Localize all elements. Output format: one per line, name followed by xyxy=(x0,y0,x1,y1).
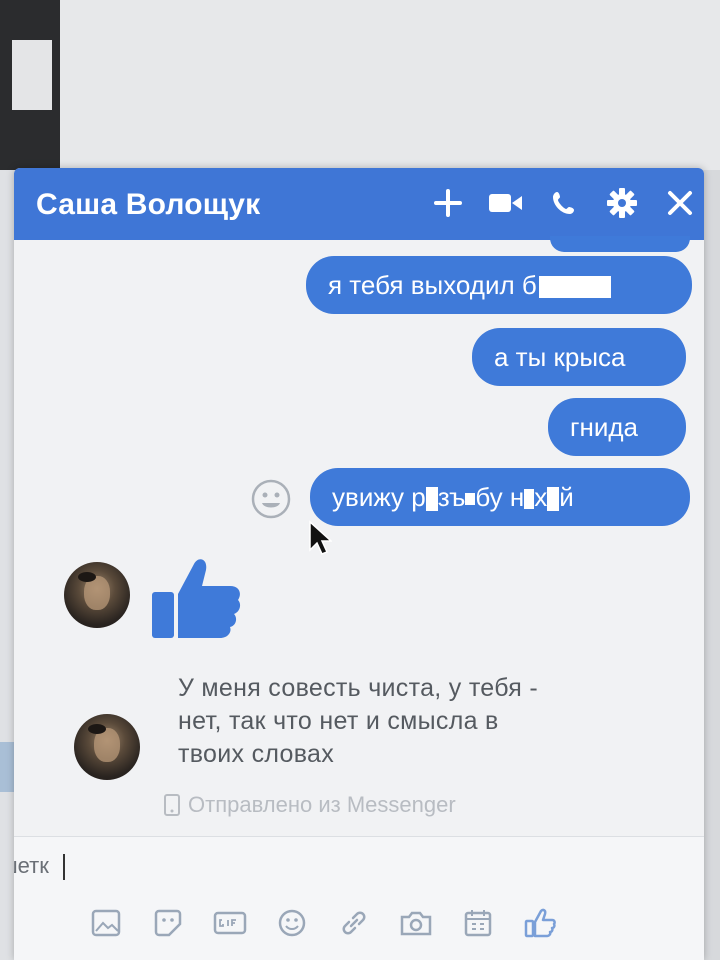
sent-note-text: Отправлено из Messenger xyxy=(188,792,456,817)
video-camera-icon[interactable] xyxy=(486,182,526,224)
message-bubble-previous xyxy=(550,236,690,252)
calendar-icon[interactable] xyxy=(458,903,498,943)
message-input[interactable]: шетк xyxy=(14,853,65,881)
censor-mark xyxy=(538,276,611,299)
composer: шетк xyxy=(14,836,704,960)
message-text-part: зъ xyxy=(437,482,466,512)
censor-mark xyxy=(547,487,560,512)
avatar[interactable] xyxy=(64,562,130,628)
gif-icon[interactable] xyxy=(210,903,250,943)
chat-header: Саша Волощук xyxy=(14,168,704,240)
image-icon[interactable] xyxy=(86,903,126,943)
header-actions xyxy=(428,182,700,224)
sent-from-messenger-note: Отправлено из Messenger xyxy=(164,792,456,818)
message-text-part: й xyxy=(559,482,574,512)
gear-icon[interactable] xyxy=(602,182,642,224)
background-frame xyxy=(0,0,60,170)
avatar-shadow xyxy=(78,572,96,582)
emoji-reaction-icon[interactable] xyxy=(250,478,292,520)
chat-title[interactable]: Саша Волощук xyxy=(36,188,260,222)
like-icon[interactable] xyxy=(520,903,560,943)
message-text: я тебя выходил б xyxy=(328,270,537,300)
message-bubble-outgoing[interactable]: гнида xyxy=(548,398,686,456)
message-text: а ты крыса xyxy=(494,342,626,372)
link-icon[interactable] xyxy=(334,903,374,943)
composer-toolbar xyxy=(86,903,560,943)
message-bubble-outgoing[interactable]: я тебя выходил б xyxy=(306,256,692,314)
message-text-part: бу н xyxy=(475,482,525,512)
text-caret xyxy=(62,854,65,881)
message-text-part: х xyxy=(534,482,548,512)
plus-icon[interactable] xyxy=(428,182,468,224)
background-page xyxy=(60,0,720,170)
mobile-phone-icon xyxy=(164,794,180,816)
message-bubble-outgoing[interactable]: а ты крыса xyxy=(472,328,686,386)
background-panel xyxy=(12,40,52,110)
avatar-shadow xyxy=(88,724,106,734)
censor-mark xyxy=(465,493,476,506)
like-icon xyxy=(152,559,241,638)
camera-icon[interactable] xyxy=(396,903,436,943)
message-input-value: шетк xyxy=(14,853,49,878)
message-bubble-outgoing[interactable]: увижу р зъ бу н хй xyxy=(310,468,690,526)
incoming-message-text: У меня совесть чиста, у тебя - нет, так … xyxy=(178,674,538,768)
emoji-icon[interactable] xyxy=(272,903,312,943)
censor-mark xyxy=(524,489,535,510)
phone-icon[interactable] xyxy=(544,182,584,224)
close-icon[interactable] xyxy=(660,182,700,224)
message-text: гнида xyxy=(570,412,638,442)
censor-mark xyxy=(425,487,438,512)
message-text-part: увижу р xyxy=(332,482,426,512)
avatar[interactable] xyxy=(74,714,140,780)
sticker-icon[interactable] xyxy=(148,903,188,943)
chat-window: Саша Волощук я тебя выходил б а ты крыса xyxy=(14,168,704,960)
mouse-cursor-icon xyxy=(309,520,332,555)
